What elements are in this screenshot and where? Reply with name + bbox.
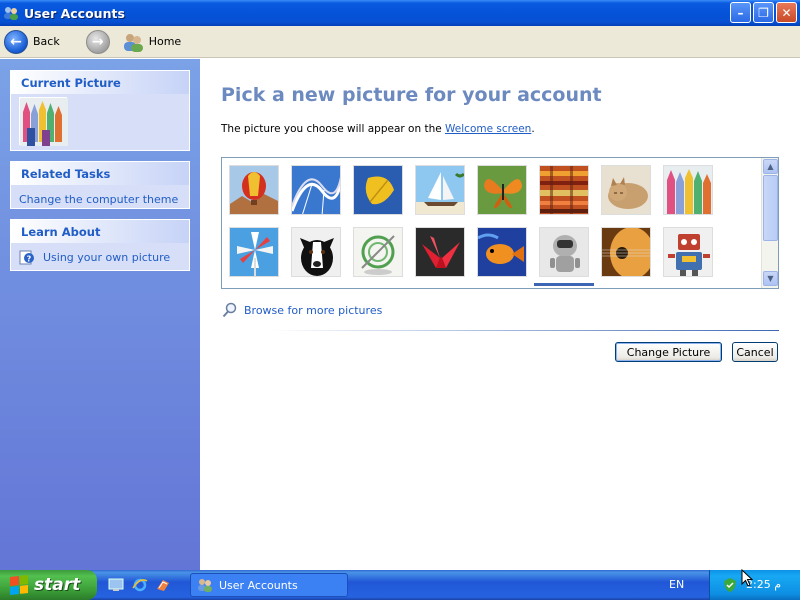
picture-dog[interactable] bbox=[291, 227, 341, 277]
browse-label: Browse for more pictures bbox=[244, 303, 383, 317]
welcome-screen-link[interactable]: Welcome screen bbox=[445, 123, 531, 135]
user-accounts-small-icon bbox=[197, 577, 213, 593]
picture-target-sculpture[interactable] bbox=[353, 227, 403, 277]
maximize-button[interactable]: ❐ bbox=[753, 2, 774, 23]
browse-pictures-link[interactable]: Browse for more pictures bbox=[222, 302, 382, 318]
home-label: Home bbox=[148, 35, 182, 48]
picture-kitten[interactable] bbox=[601, 165, 651, 215]
picture-crayons[interactable] bbox=[663, 165, 713, 215]
media-player-icon[interactable] bbox=[155, 577, 171, 593]
current-picture-header[interactable]: Current Picture bbox=[11, 71, 189, 94]
back-button[interactable]: ← Back bbox=[0, 28, 64, 56]
close-button[interactable]: ✕ bbox=[776, 2, 797, 23]
taskbar: start User Accounts EN 2:25 م bbox=[0, 570, 800, 600]
back-arrow-icon: ← bbox=[4, 29, 28, 54]
cancel-button[interactable]: Cancel bbox=[732, 342, 778, 362]
magnifier-icon bbox=[222, 302, 238, 318]
picture-robot[interactable] bbox=[663, 227, 713, 277]
instruction-text: The picture you choose will appear on th… bbox=[221, 123, 535, 135]
picture-hot-air-balloon[interactable] bbox=[229, 165, 279, 215]
home-button[interactable]: Home bbox=[118, 28, 185, 56]
user-accounts-icon bbox=[3, 5, 19, 21]
close-icon: ✕ bbox=[781, 5, 792, 20]
svg-text:?: ? bbox=[27, 255, 32, 264]
home-users-icon bbox=[122, 31, 144, 53]
selection-indicator bbox=[534, 283, 594, 286]
show-desktop-icon[interactable] bbox=[108, 577, 124, 593]
title-bar: User Accounts – ❐ ✕ bbox=[0, 0, 800, 26]
change-theme-link[interactable]: Change the computer theme bbox=[19, 190, 181, 208]
system-tray: 2:25 م bbox=[709, 570, 800, 600]
scroll-down-button[interactable]: ▼ bbox=[763, 271, 778, 286]
security-center-icon[interactable] bbox=[722, 577, 738, 593]
picture-paper-crane[interactable] bbox=[415, 227, 465, 277]
scroll-thumb[interactable] bbox=[763, 175, 778, 241]
picture-fabric[interactable] bbox=[539, 165, 589, 215]
taskbar-button-label: User Accounts bbox=[219, 578, 298, 592]
main-content: Pick a new picture for your account The … bbox=[200, 59, 800, 570]
picture-sailboat[interactable] bbox=[415, 165, 465, 215]
chevron-down-icon: ▼ bbox=[767, 274, 774, 283]
chevron-up-icon: ▲ bbox=[767, 162, 774, 171]
start-button[interactable]: start bbox=[0, 570, 97, 600]
start-label: start bbox=[34, 575, 81, 595]
picture-list[interactable]: ▲ ▼ bbox=[221, 157, 779, 289]
picture-yellow-leaf[interactable] bbox=[353, 165, 403, 215]
language-indicator[interactable]: EN bbox=[669, 578, 684, 591]
windows-logo-icon bbox=[10, 575, 28, 595]
own-picture-help-label: Using your own picture bbox=[43, 250, 171, 264]
taskbar-button-user-accounts[interactable]: User Accounts bbox=[190, 573, 348, 597]
picture-fish[interactable] bbox=[477, 227, 527, 277]
minimize-button[interactable]: – bbox=[730, 2, 751, 23]
related-tasks-header[interactable]: Related Tasks bbox=[11, 162, 189, 185]
toolbar: ← Back → Home bbox=[0, 26, 800, 58]
related-tasks-panel: Related Tasks Change the computer theme bbox=[10, 161, 190, 209]
mouse-cursor-icon bbox=[741, 569, 753, 588]
restore-icon: ❐ bbox=[758, 5, 769, 20]
change-picture-button[interactable]: Change Picture bbox=[615, 342, 722, 362]
page-heading: Pick a new picture for your account bbox=[221, 84, 602, 106]
learn-about-header[interactable]: Learn About bbox=[11, 220, 189, 243]
task-pane: Current Picture Related Tasks Change the… bbox=[0, 59, 200, 570]
forward-arrow-icon: → bbox=[85, 29, 110, 54]
instruction-prefix: The picture you choose will appear on th… bbox=[221, 123, 446, 135]
scroll-up-button[interactable]: ▲ bbox=[763, 159, 778, 174]
window-title: User Accounts bbox=[24, 5, 125, 21]
forward-button[interactable]: → bbox=[82, 28, 114, 56]
help-icon: ? bbox=[19, 249, 35, 265]
minimize-icon: – bbox=[737, 5, 744, 20]
own-picture-help-link[interactable]: ? Using your own picture bbox=[19, 248, 181, 266]
picture-robot-toy[interactable] bbox=[539, 227, 589, 277]
picture-list-scrollbar[interactable]: ▲ ▼ bbox=[761, 158, 778, 288]
current-picture-thumbnail bbox=[19, 97, 68, 146]
instruction-suffix: . bbox=[531, 123, 535, 135]
picture-pinwheel[interactable] bbox=[229, 227, 279, 277]
learn-about-panel: Learn About ? Using your own picture bbox=[10, 219, 190, 271]
divider bbox=[268, 330, 779, 331]
internet-explorer-icon[interactable] bbox=[132, 577, 148, 593]
back-label: Back bbox=[33, 35, 60, 48]
picture-butterfly[interactable] bbox=[477, 165, 527, 215]
current-picture-panel: Current Picture bbox=[10, 70, 190, 151]
picture-roller-coaster[interactable] bbox=[291, 165, 341, 215]
picture-guitar[interactable] bbox=[601, 227, 651, 277]
